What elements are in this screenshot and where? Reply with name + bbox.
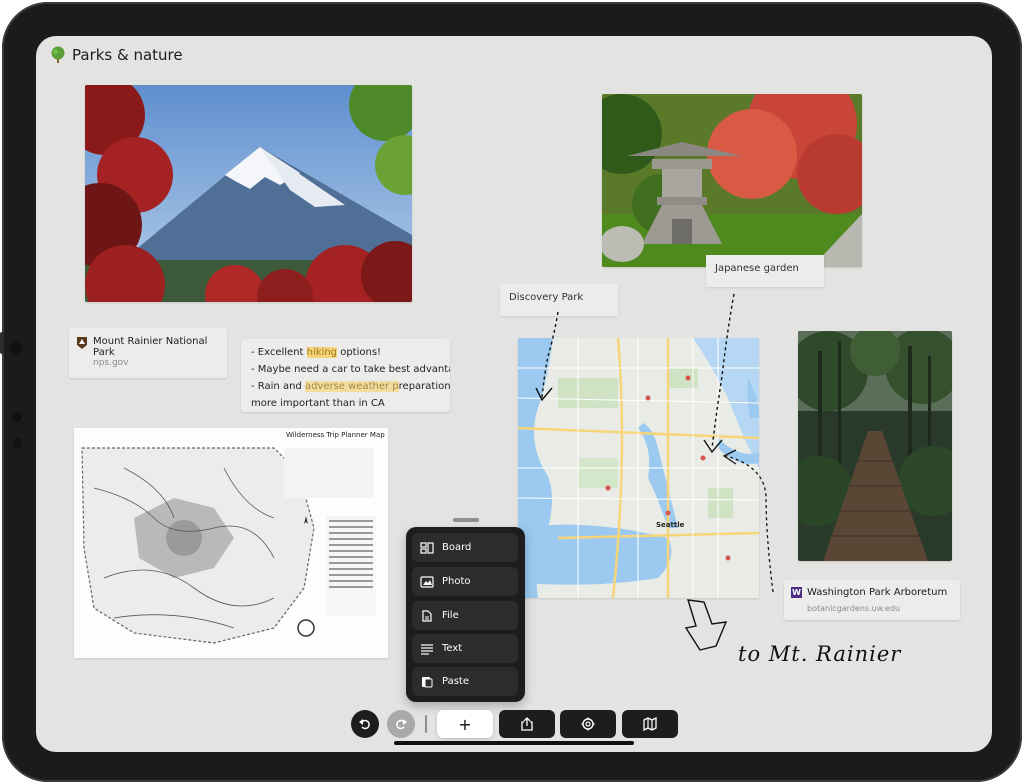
wilderness-map-document[interactable]: Wilderness Trip Planner Map <box>74 428 388 658</box>
photo-icon <box>420 575 434 588</box>
trail-map-illustration <box>74 428 388 658</box>
paste-icon <box>422 676 433 687</box>
menu-item-text[interactable]: Text <box>412 634 518 663</box>
city-map-illustration <box>518 338 759 598</box>
board-icon <box>420 541 434 554</box>
highlight: hiking <box>306 347 338 358</box>
page-title: Parks & nature <box>50 46 183 64</box>
camera-dot <box>10 342 22 354</box>
link-card-mount-rainier[interactable]: Mount Rainier National Park nps.gov <box>69 328 227 378</box>
note-line: - Excellent hiking options! <box>251 347 382 358</box>
add-button[interactable]: + <box>437 710 493 738</box>
link-url: nps.gov <box>93 358 129 368</box>
menu-item-board[interactable]: Board <box>412 533 518 562</box>
gear-icon <box>581 717 595 731</box>
ipad-frame: Parks & nature Mount Rainier National Pa… <box>0 2 1022 782</box>
plus-icon: + <box>458 714 472 734</box>
text-note[interactable]: - Excellent hiking options! - Maybe need… <box>241 339 450 412</box>
mountain-illustration <box>85 85 412 302</box>
undo-icon <box>359 719 370 730</box>
link-title: Mount Rainier National Park <box>93 336 208 358</box>
mountain-photo[interactable] <box>85 85 412 302</box>
link-title: Washington Park Arboretum <box>807 587 948 598</box>
redo-icon <box>396 719 407 730</box>
toolbar-divider <box>425 715 427 733</box>
note-line: - Maybe need a car to take best advantag… <box>251 364 450 375</box>
volume-button <box>0 332 4 354</box>
menu-item-file[interactable]: File <box>412 601 518 630</box>
undo-button[interactable] <box>351 710 379 738</box>
menu-item-photo[interactable]: Photo <box>412 567 518 596</box>
note-text: - Excellent hiking options! - Maybe need… <box>251 344 450 412</box>
boardwalk-illustration <box>798 331 952 561</box>
japanese-garden-photo[interactable] <box>602 94 862 267</box>
menu-item-paste[interactable]: Paste <box>412 667 518 696</box>
share-button[interactable] <box>499 710 555 738</box>
insert-menu: Board Photo File Text Paste <box>406 518 525 702</box>
label-discovery-park[interactable]: Discovery Park <box>500 284 618 316</box>
home-indicator[interactable] <box>394 741 634 745</box>
seattle-map[interactable]: Seattle <box>518 338 759 598</box>
handwritten-note: to Mt. Rainier <box>738 642 902 666</box>
map-button[interactable] <box>622 710 678 738</box>
arboretum-photo[interactable] <box>798 331 952 561</box>
map-icon <box>643 717 657 731</box>
tree-icon <box>51 46 65 63</box>
redo-button[interactable] <box>387 710 415 738</box>
park-service-icon <box>77 337 87 349</box>
sensor-dot <box>12 438 22 448</box>
note-line: more important than in CA <box>251 398 385 409</box>
text-icon <box>421 643 433 655</box>
menu-drag-handle[interactable] <box>453 518 479 522</box>
map-document-title: Wilderness Trip Planner Map <box>286 431 385 439</box>
canvas[interactable]: Parks & nature Mount Rainier National Pa… <box>36 36 992 752</box>
garden-illustration <box>602 94 862 267</box>
map-city-label: Seattle <box>656 521 685 529</box>
page-title-text: Parks & nature <box>72 46 183 64</box>
link-url: botanicgardens.uw.edu <box>807 604 901 613</box>
file-icon <box>422 609 432 622</box>
uw-icon: W <box>791 587 802 598</box>
label-japanese-garden[interactable]: Japanese garden <box>706 255 824 287</box>
sensor-dot <box>12 412 22 422</box>
highlight: adverse weather p <box>304 381 399 392</box>
settings-button[interactable] <box>560 710 616 738</box>
share-icon <box>521 717 533 731</box>
link-card-arboretum[interactable]: W Washington Park Arboretum botanicgarde… <box>784 580 960 620</box>
note-line: - Rain and adverse weather preparation <box>251 381 450 392</box>
